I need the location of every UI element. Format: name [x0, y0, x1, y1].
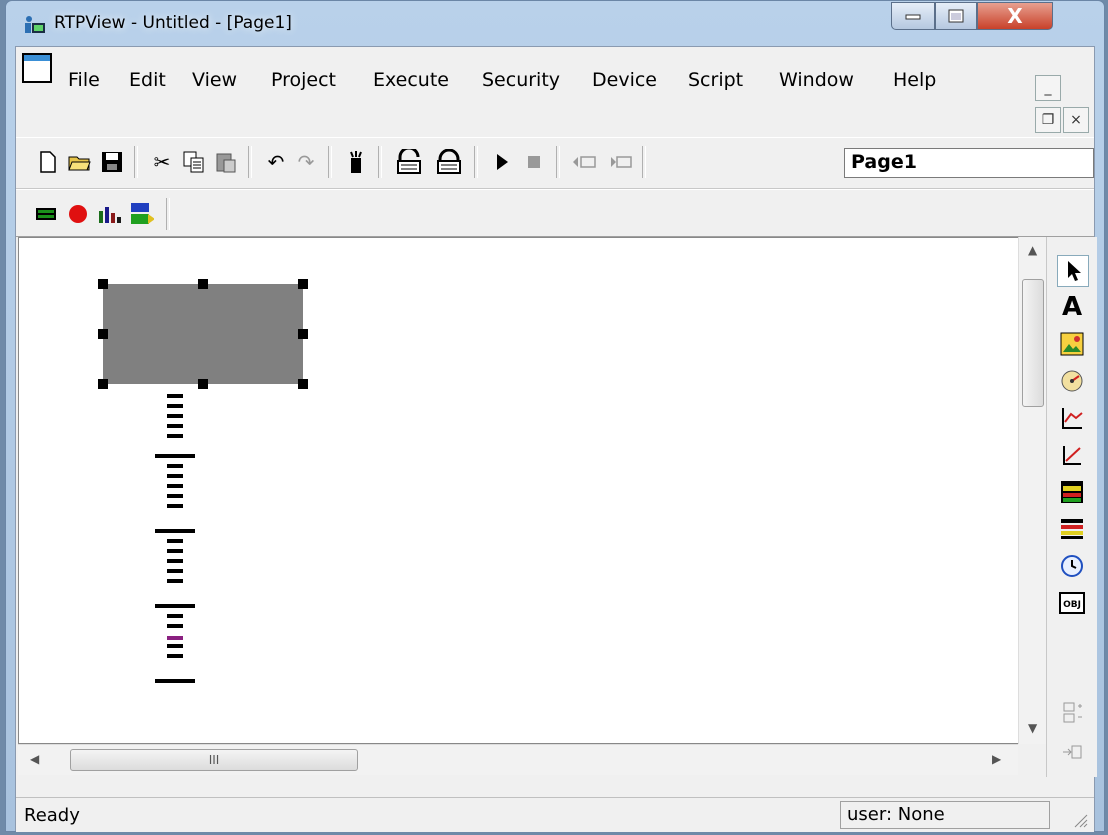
new-file-icon[interactable] [36, 150, 60, 174]
resize-handle-nw[interactable] [98, 279, 108, 289]
redo-icon[interactable]: ↷ [294, 150, 318, 174]
close-icon: × [1070, 112, 1082, 128]
scroll-left-arrow-icon[interactable]: ◀ [30, 752, 39, 766]
maximize-button[interactable] [935, 2, 977, 30]
drawing-canvas[interactable] [18, 237, 1020, 744]
toolbar-separator [166, 198, 170, 230]
menu-device[interactable]: Device [592, 69, 657, 91]
bar-indicator-icon[interactable] [1057, 477, 1087, 507]
menu-script[interactable]: Script [688, 69, 743, 91]
unlock-icon[interactable] [434, 149, 464, 174]
chart-bars-icon[interactable] [98, 202, 122, 226]
scroll-down-arrow-icon[interactable]: ▼ [1028, 721, 1037, 735]
align-icon[interactable] [1057, 697, 1087, 727]
menu-project[interactable]: Project [271, 69, 336, 91]
minimize-icon [905, 14, 921, 20]
resize-grip-icon[interactable] [1072, 812, 1088, 828]
title-bar[interactable]: RTPView - Untitled - [Page1] X [6, 1, 1104, 47]
object-icon[interactable]: OBJ [1057, 588, 1087, 618]
toolbar-separator [134, 146, 138, 178]
app-icon [25, 16, 45, 33]
resize-handle-n[interactable] [198, 279, 208, 289]
horizontal-scroll-thumb[interactable]: III [70, 749, 358, 771]
document-icon[interactable] [22, 53, 52, 83]
menu-edit[interactable]: Edit [129, 69, 166, 91]
minimize-button[interactable] [891, 2, 935, 30]
toolbar-separator [474, 146, 478, 178]
resize-handle-e[interactable] [298, 329, 308, 339]
menu-bar: File Edit View Project Execute Security … [16, 47, 1094, 135]
text-icon[interactable]: A [1057, 292, 1087, 322]
resize-handle-ne[interactable] [298, 279, 308, 289]
menu-execute[interactable]: Execute [373, 69, 449, 91]
ruler-scale [155, 394, 195, 683]
page-back-icon[interactable] [572, 150, 596, 174]
stop-icon[interactable] [522, 150, 546, 174]
lock-icon[interactable] [394, 149, 424, 174]
toolbar-separator [556, 146, 560, 178]
trend-chart-icon[interactable] [1057, 403, 1087, 433]
scroll-right-arrow-icon[interactable]: ▶ [992, 752, 1001, 766]
toolbar-separator [378, 146, 382, 178]
vertical-scrollbar[interactable]: ▲ ▼ [1018, 237, 1047, 744]
resize-handle-se[interactable] [298, 379, 308, 389]
menu-help[interactable]: Help [893, 69, 936, 91]
page-selector[interactable]: Page1 [844, 148, 1094, 178]
scroll-up-arrow-icon[interactable]: ▲ [1028, 243, 1037, 257]
main-toolbar: ✂ ↶ ↷ Page1 [16, 137, 1094, 189]
page-forward-icon[interactable] [608, 150, 632, 174]
rtp-fifo-icon[interactable] [130, 202, 154, 226]
window-title: RTPView - Untitled - [Page1] [54, 13, 292, 33]
save-icon[interactable] [100, 150, 124, 174]
menu-view[interactable]: View [192, 69, 237, 91]
record-icon[interactable] [66, 202, 90, 226]
app-window: RTPView - Untitled - [Page1] X File Edit… [5, 0, 1105, 832]
play-icon[interactable] [490, 150, 514, 174]
maximize-icon [948, 9, 964, 23]
copy-icon[interactable] [182, 150, 206, 174]
image-icon[interactable] [1057, 329, 1087, 359]
status-user: user: None [840, 801, 1050, 829]
horizontal-scrollbar[interactable]: ◀ III ▶ [18, 744, 1018, 775]
status-bar: Ready user: None [16, 797, 1094, 832]
menu-file[interactable]: File [68, 69, 100, 91]
device-toolbar [16, 189, 1094, 237]
menu-security[interactable]: Security [482, 69, 560, 91]
toolbar-separator [328, 146, 332, 178]
svg-text:OBJ: OBJ [1063, 600, 1081, 610]
led-bar-icon[interactable] [34, 202, 58, 226]
object-palette: A OBJ [1046, 237, 1097, 777]
resize-handle-s[interactable] [198, 379, 208, 389]
table-icon[interactable] [1057, 514, 1087, 544]
toolbar-separator [248, 146, 252, 178]
cut-icon[interactable]: ✂ [150, 150, 174, 174]
close-button[interactable]: X [977, 2, 1053, 30]
close-icon: X [1007, 4, 1023, 28]
canvas-content [103, 284, 303, 683]
mdi-minimize-button[interactable]: _ [1035, 75, 1061, 101]
vertical-scroll-thumb[interactable] [1022, 279, 1044, 407]
restore-icon: ❐ [1041, 112, 1055, 128]
status-text: Ready [24, 805, 80, 826]
move-icon[interactable] [1057, 737, 1087, 767]
undo-icon[interactable]: ↶ [264, 150, 288, 174]
resize-handle-sw[interactable] [98, 379, 108, 389]
pointer-icon[interactable] [1057, 255, 1089, 287]
gauge-icon[interactable] [1057, 366, 1087, 396]
client-area: File Edit View Project Execute Security … [15, 46, 1097, 832]
selected-rectangle [103, 284, 303, 384]
xy-plot-icon[interactable] [1057, 440, 1087, 470]
open-folder-icon[interactable] [68, 150, 92, 174]
minimize-icon: _ [1044, 80, 1052, 96]
clock-icon[interactable] [1057, 551, 1087, 581]
mdi-close-button[interactable]: × [1063, 107, 1089, 133]
mdi-restore-button[interactable]: ❐ [1035, 107, 1061, 133]
paste-icon[interactable] [214, 150, 238, 174]
properties-icon[interactable] [344, 150, 368, 174]
toolbar-separator [642, 146, 646, 178]
resize-handle-w[interactable] [98, 329, 108, 339]
menu-window[interactable]: Window [779, 69, 854, 91]
